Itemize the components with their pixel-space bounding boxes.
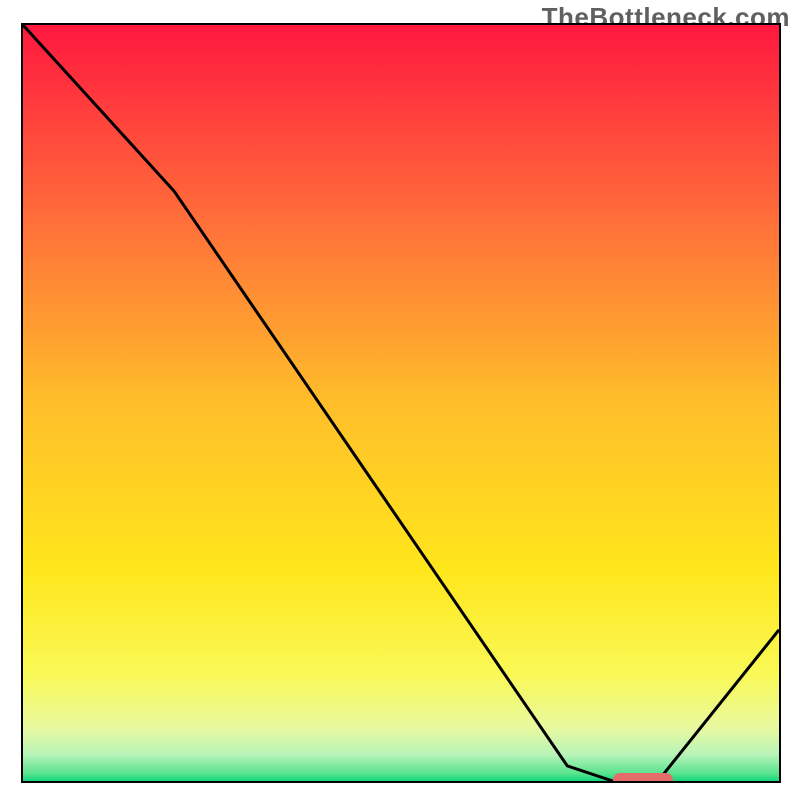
chart-stage: TheBottleneck.com (0, 0, 800, 800)
optimal-marker-icon (613, 773, 673, 783)
plot-area (21, 23, 781, 783)
curve-layer (23, 25, 779, 781)
bottleneck-curve (23, 25, 779, 781)
